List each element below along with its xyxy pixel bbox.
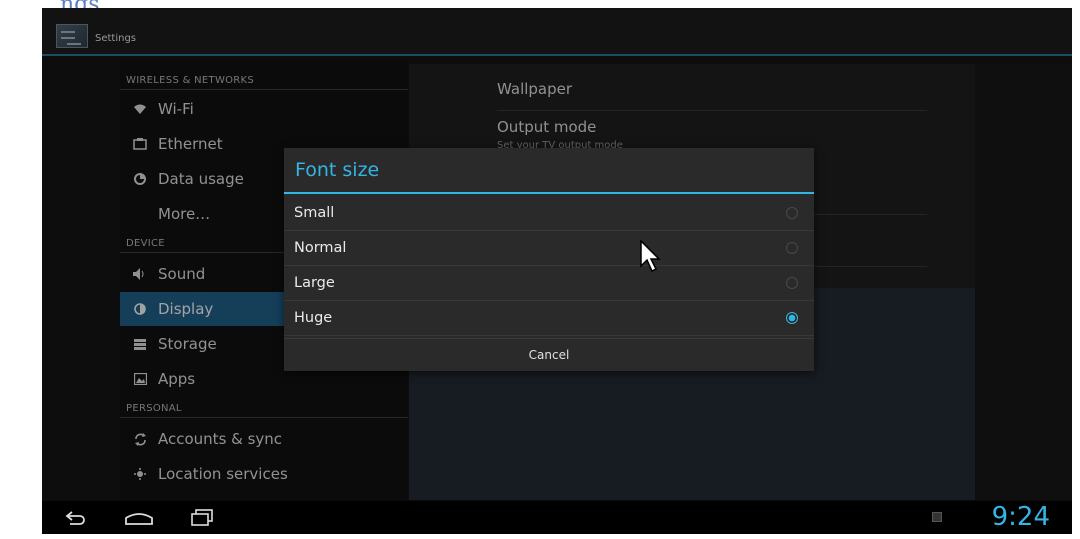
home-button[interactable] bbox=[122, 507, 156, 529]
radio-button[interactable] bbox=[786, 207, 798, 219]
font-size-option-large[interactable]: Large bbox=[284, 266, 814, 301]
android-screen: Settings WIRELESS & NETWORKS Wi-Fi Ether… bbox=[42, 8, 1072, 501]
recent-apps-button[interactable] bbox=[188, 507, 216, 529]
font-size-option-huge[interactable]: Huge bbox=[284, 301, 814, 336]
radio-button[interactable] bbox=[786, 242, 798, 254]
back-icon bbox=[65, 511, 85, 525]
radio-button-checked[interactable] bbox=[786, 312, 798, 324]
option-label: Normal bbox=[294, 240, 347, 256]
system-nav-bar: 9:24 bbox=[42, 501, 1072, 534]
radio-button[interactable] bbox=[786, 277, 798, 289]
recent-apps-icon bbox=[191, 509, 213, 526]
back-button[interactable] bbox=[62, 507, 90, 529]
status-clock[interactable]: 9:24 bbox=[992, 501, 1050, 534]
font-size-option-normal[interactable]: Normal bbox=[284, 231, 814, 266]
dialog-title: Font size bbox=[284, 148, 814, 194]
option-label: Huge bbox=[294, 310, 333, 326]
font-size-option-small[interactable]: Small bbox=[284, 196, 814, 231]
home-icon bbox=[125, 513, 153, 525]
notification-icon[interactable] bbox=[932, 512, 942, 522]
option-label: Large bbox=[294, 275, 335, 291]
option-label: Small bbox=[294, 205, 335, 221]
cancel-button[interactable]: Cancel bbox=[284, 338, 814, 371]
font-size-dialog: Font size Small Normal Large Huge Cancel bbox=[284, 148, 814, 371]
mouse-cursor-icon bbox=[640, 240, 661, 273]
